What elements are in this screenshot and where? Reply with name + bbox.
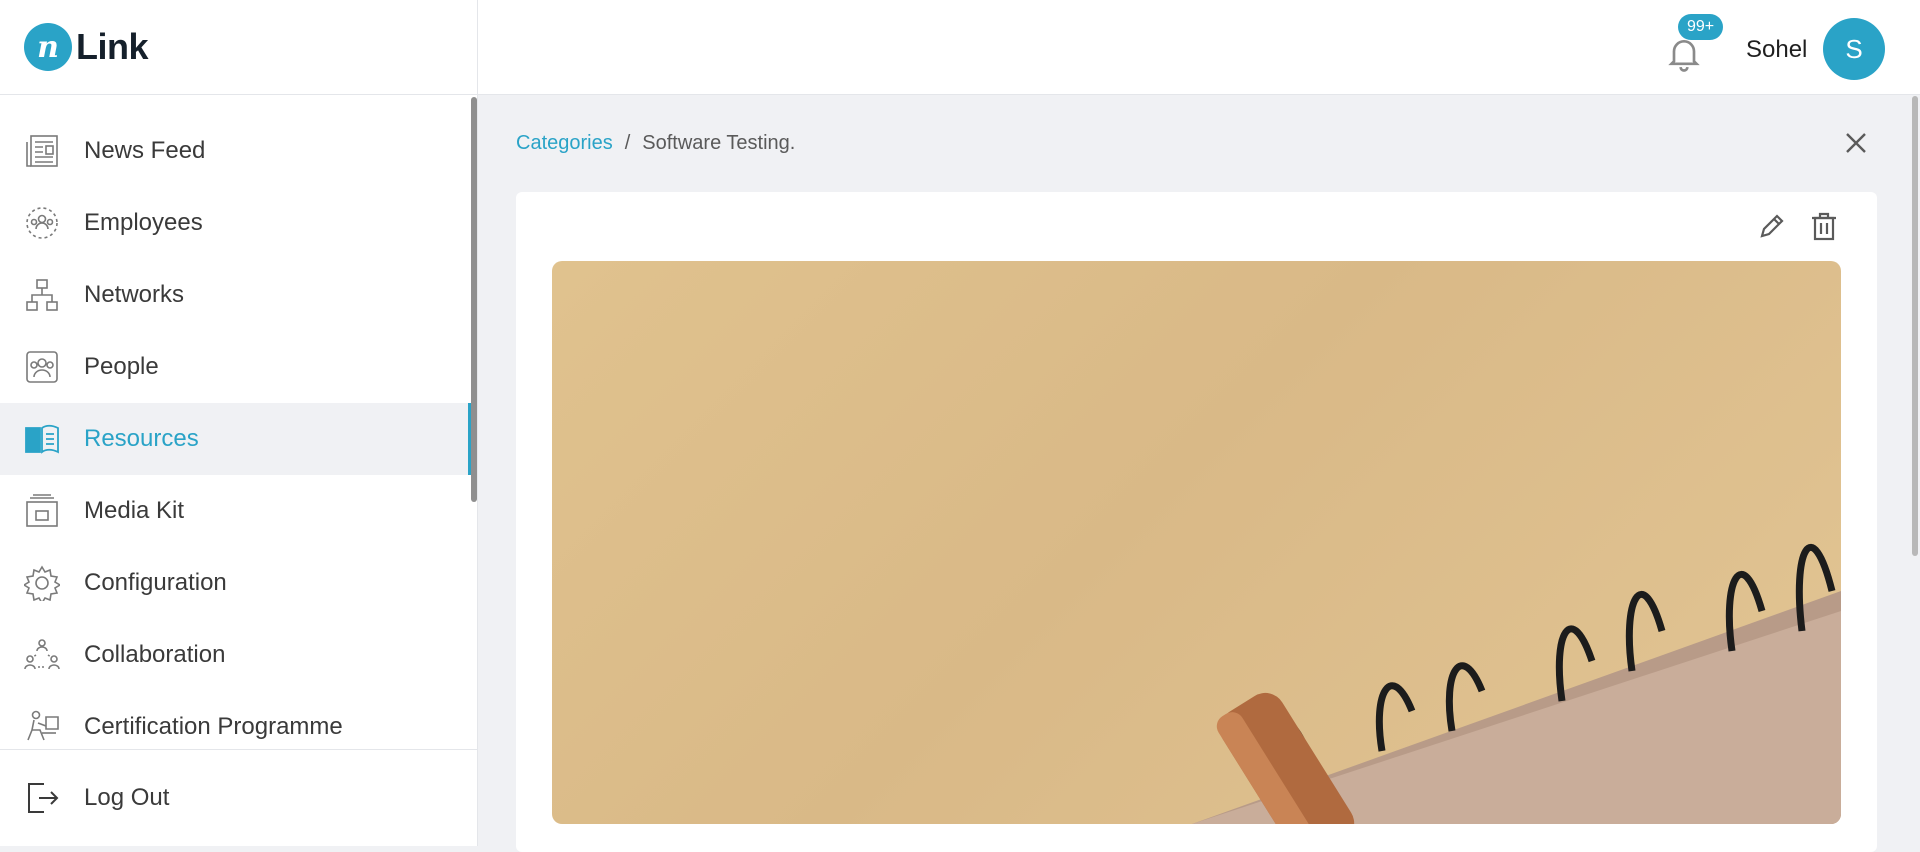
- collaboration-icon: [24, 637, 60, 673]
- sidebar-item-label: Collaboration: [84, 641, 226, 668]
- breadcrumb: Categories / Software Testing.: [516, 132, 795, 155]
- breadcrumb-separator: /: [624, 132, 631, 154]
- logout-icon: [24, 780, 60, 816]
- sidebar-item-label: Configuration: [84, 569, 227, 596]
- avatar[interactable]: S: [1823, 18, 1885, 80]
- media-kit-icon: [24, 493, 60, 529]
- breadcrumb-categories-link[interactable]: Categories: [516, 132, 613, 154]
- sidebar-scrollbar[interactable]: [471, 97, 477, 502]
- resource-image: [552, 261, 1841, 824]
- sidebar-item-label: Employees: [84, 209, 203, 236]
- logo-text: Link: [76, 26, 149, 67]
- logout-label: Log Out: [84, 784, 170, 811]
- sidebar-item-label: Resources: [84, 425, 199, 452]
- trash-icon[interactable]: [1808, 210, 1840, 242]
- sidebar-item-label: Media Kit: [84, 497, 185, 524]
- breadcrumb-current: Software Testing.: [642, 132, 796, 154]
- close-icon[interactable]: [1842, 129, 1870, 157]
- gear-icon: [24, 565, 60, 601]
- sidebar-item-configuration[interactable]: Configuration: [0, 547, 472, 619]
- sidebar-item-label: Certification Programme: [84, 713, 343, 740]
- main-scrollbar[interactable]: [1912, 96, 1918, 556]
- logout-button[interactable]: Log Out: [0, 749, 477, 846]
- notification-badge: 99+: [1678, 14, 1724, 40]
- people-icon: [24, 349, 60, 385]
- sidebar-item-news-feed[interactable]: News Feed: [0, 115, 472, 187]
- sidebar: News Feed Employees Networks People Reso…: [0, 95, 478, 846]
- sidebar-item-label: Networks: [84, 281, 185, 308]
- sidebar-item-label: News Feed: [84, 137, 206, 164]
- network-icon: [24, 277, 60, 313]
- sidebar-item-collaboration[interactable]: Collaboration: [0, 619, 472, 691]
- sidebar-item-media-kit[interactable]: Media Kit: [0, 475, 472, 547]
- logo[interactable]: n Link: [0, 0, 478, 95]
- sidebar-item-people[interactable]: People: [0, 331, 472, 403]
- sidebar-item-label: People: [84, 353, 159, 380]
- certification-icon: [24, 709, 60, 745]
- username[interactable]: Sohel: [1746, 36, 1807, 64]
- edit-icon[interactable]: [1757, 211, 1787, 241]
- employees-icon: [24, 205, 60, 241]
- sidebar-item-networks[interactable]: Networks: [0, 259, 472, 331]
- notebook-illustration: [1192, 543, 1841, 824]
- sidebar-item-resources[interactable]: Resources: [0, 403, 472, 475]
- newspaper-icon: [24, 133, 60, 169]
- sidebar-item-employees[interactable]: Employees: [0, 187, 472, 259]
- logo-mark: n: [24, 23, 72, 71]
- book-icon: [24, 421, 60, 457]
